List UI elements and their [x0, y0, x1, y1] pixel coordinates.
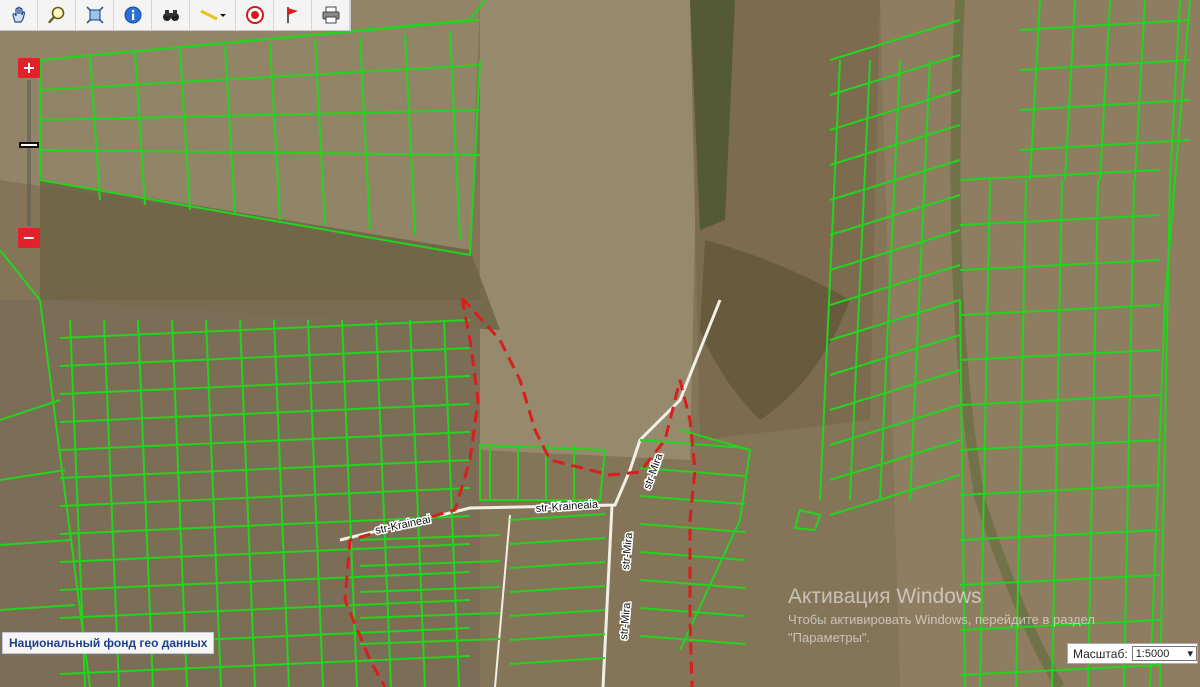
zoom-tool-button[interactable]	[38, 0, 76, 30]
print-button[interactable]	[312, 0, 350, 30]
attribution-link[interactable]: Национальный фонд гео данных	[2, 632, 215, 654]
full-extent-button[interactable]	[76, 0, 114, 30]
info-icon	[124, 6, 141, 24]
zoom-slider-handle[interactable]	[19, 142, 39, 148]
zoom-out-button[interactable]: −	[18, 228, 40, 248]
pan-tool-button[interactable]	[0, 0, 38, 30]
pan-hand-icon	[11, 6, 25, 23]
satellite-map[interactable]: str-Kraineai str-Kraineaia str-Mira str-…	[0, 0, 1200, 687]
measure-tool-button[interactable]	[190, 0, 236, 30]
zoom-magnifier-icon	[47, 6, 64, 24]
flag-tool-button[interactable]	[274, 0, 312, 30]
zoom-control: + −	[18, 58, 40, 248]
map-toolbar	[0, 0, 351, 31]
central-field	[480, 0, 700, 460]
measure-ruler-icon	[199, 9, 226, 21]
flag-icon	[286, 7, 298, 23]
zoom-in-button[interactable]: +	[18, 58, 40, 78]
binoculars-icon	[162, 10, 179, 21]
scale-value: 1:5000	[1135, 647, 1170, 660]
target-tool-button[interactable]	[236, 0, 274, 30]
chevron-down-icon: ▾	[1187, 648, 1193, 660]
print-icon	[322, 6, 339, 24]
target-icon	[245, 6, 264, 24]
search-tool-button[interactable]	[152, 0, 190, 30]
zoom-slider-track[interactable]	[27, 80, 31, 226]
scale-select[interactable]: 1:5000 ▾	[1131, 646, 1197, 661]
info-tool-button[interactable]	[114, 0, 152, 30]
scale-control: Масштаб: 1:5000 ▾	[1067, 643, 1198, 664]
scale-label: Масштаб:	[1073, 646, 1128, 661]
full-extent-icon	[85, 6, 104, 24]
